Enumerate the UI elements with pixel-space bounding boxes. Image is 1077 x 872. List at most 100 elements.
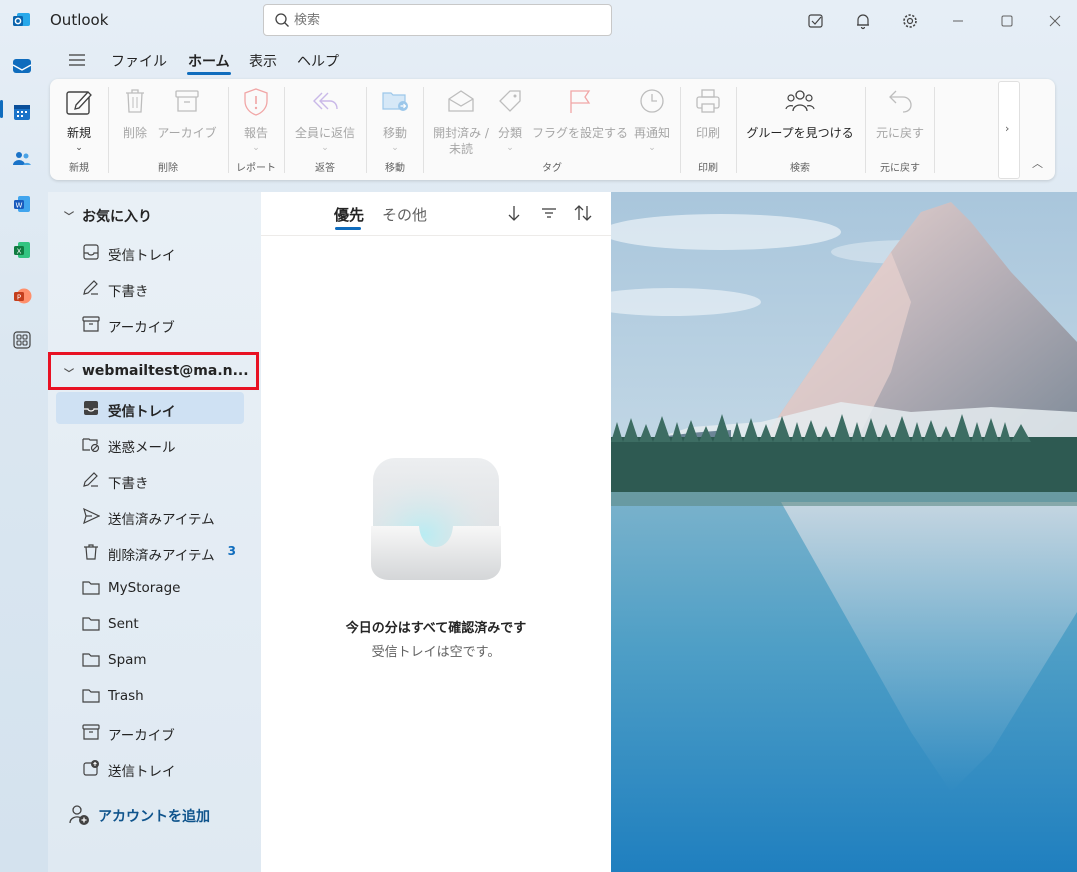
snooze-button[interactable]: 再通知 ⌄: [630, 79, 674, 159]
folder-deleted-items[interactable]: 削除済みアイテム 3: [56, 536, 244, 568]
excel-icon[interactable]: X: [10, 238, 34, 262]
new-mail-button[interactable]: 新規 ⌄: [54, 79, 104, 159]
folder-drafts[interactable]: 下書き: [56, 464, 244, 496]
drafts-icon: [83, 472, 98, 487]
group-find-label: 検索: [790, 163, 810, 174]
minimize-icon[interactable]: [946, 9, 970, 33]
report-button[interactable]: 報告 ⌄: [236, 79, 276, 159]
group-delete-label: 削除: [158, 163, 178, 174]
move-button[interactable]: 移動 ⌄: [372, 79, 418, 159]
add-account-button[interactable]: アカウントを追加: [68, 804, 210, 828]
chevron-down-icon: ﹀: [64, 212, 74, 223]
tab-view[interactable]: 表示: [249, 51, 277, 71]
group-tags-label: タグ: [542, 163, 562, 174]
word-icon[interactable]: W: [10, 192, 34, 216]
favorite-folder-inbox[interactable]: 受信トレイ: [56, 236, 244, 268]
close-icon[interactable]: [1043, 9, 1067, 33]
chevron-right-icon: ›: [1005, 122, 1010, 135]
maximize-icon[interactable]: [995, 9, 1019, 33]
flag-button[interactable]: フラグを設定する: [528, 79, 632, 159]
favorite-folder-archive[interactable]: アーカイブ: [56, 308, 244, 340]
archive-icon: [175, 90, 199, 112]
unread-count-badge: 3: [227, 544, 236, 558]
print-button[interactable]: 印刷: [686, 79, 730, 159]
divider: [108, 87, 109, 173]
search-input[interactable]: [294, 10, 594, 30]
reading-pane: [611, 192, 1077, 872]
folder-mystorage[interactable]: MyStorage: [56, 572, 244, 604]
folder-sent-items[interactable]: 送信済みアイテム: [56, 500, 244, 532]
outbox-icon: [83, 760, 99, 776]
chevron-down-icon: ﹀: [64, 369, 74, 380]
folder-archive[interactable]: アーカイブ: [56, 716, 244, 748]
chevron-down-icon: ⌄: [321, 143, 329, 153]
delete-button[interactable]: 削除: [116, 79, 154, 159]
message-list: 優先 その他 今日の分はすべて確認済みです 受信トレイは空です。: [261, 192, 611, 872]
trash-icon: [84, 544, 98, 560]
tab-help[interactable]: ヘルプ: [297, 51, 339, 71]
favorite-folder-drafts[interactable]: 下書き: [56, 272, 244, 304]
sent-icon: [83, 508, 100, 524]
folder-icon: [82, 617, 100, 631]
trash-icon: [126, 89, 144, 113]
folder-spam[interactable]: Spam: [56, 644, 244, 676]
hamburger-menu-icon[interactable]: [68, 51, 86, 69]
people-icon[interactable]: [10, 146, 34, 170]
divider: [934, 87, 935, 173]
filter-icon[interactable]: [541, 204, 557, 222]
folder-sent[interactable]: Sent: [56, 608, 244, 640]
shield-alert-icon: [244, 88, 268, 116]
tab-focused[interactable]: 優先: [334, 204, 364, 225]
find-groups-button[interactable]: グループを見つける: [742, 79, 858, 159]
ribbon-tabs: ファイル ホーム 表示 ヘルプ: [50, 44, 1058, 78]
powerpoint-icon[interactable]: P: [10, 284, 34, 308]
tab-home[interactable]: ホーム: [188, 51, 230, 71]
group-move-label: 移動: [385, 163, 405, 174]
mark-read-unread-button[interactable]: 開封済み / 未読: [430, 79, 492, 159]
ribbon: 新規 ⌄ 新規 削除 アーカイブ 削除 報告 ⌄ レポート 全員に返信 ⌄ 返答…: [50, 79, 1055, 180]
mail-icon[interactable]: [10, 54, 34, 78]
folder-outbox[interactable]: 送信トレイ: [56, 752, 244, 784]
move-to-folder-icon: [382, 92, 408, 111]
message-list-tabs: 優先 その他: [261, 192, 611, 236]
undo-button[interactable]: 元に戻す: [870, 79, 930, 159]
chevron-down-icon: ⌄: [506, 143, 514, 153]
folder-junk[interactable]: 迷惑メール: [56, 428, 244, 460]
rail-active-indicator: [0, 100, 3, 118]
ribbon-scroll-right-button[interactable]: ›: [998, 81, 1020, 179]
reply-all-button[interactable]: 全員に返信 ⌄: [292, 79, 358, 159]
account-header[interactable]: ﹀ webmailtest@ma.n...: [48, 355, 261, 389]
ribbon-collapse-icon[interactable]: ︿: [1032, 155, 1043, 171]
title-bar: Outlook: [0, 0, 1077, 42]
undo-icon: [889, 90, 912, 113]
group-respond-label: 返答: [315, 163, 335, 174]
categorize-button[interactable]: 分類 ⌄: [492, 79, 528, 159]
calendar-icon[interactable]: [10, 100, 34, 124]
svg-text:P: P: [17, 294, 21, 302]
junk-icon: [82, 438, 100, 452]
empty-inbox-illustration: [371, 458, 501, 580]
outlook-logo-icon: [13, 13, 30, 26]
sort-arrow-down-icon[interactable]: [507, 204, 521, 222]
folder-trash[interactable]: Trash: [56, 680, 244, 712]
folder-inbox[interactable]: 受信トレイ: [56, 392, 244, 424]
tab-other[interactable]: その他: [382, 204, 427, 225]
search-box[interactable]: [263, 4, 612, 36]
gear-icon[interactable]: [898, 9, 922, 33]
group-undo-label: 元に戻す: [880, 163, 920, 174]
archive-icon: [82, 316, 100, 332]
sort-icon[interactable]: [573, 204, 593, 222]
divider: [736, 87, 737, 173]
divider: [228, 87, 229, 173]
bell-icon[interactable]: [851, 9, 875, 33]
group-report-label: レポート: [236, 163, 276, 174]
my-day-icon[interactable]: [804, 9, 828, 33]
archive-button[interactable]: アーカイブ: [154, 79, 220, 159]
tab-file[interactable]: ファイル: [111, 51, 167, 71]
chevron-down-icon: ⌄: [648, 143, 656, 153]
active-tab-indicator: [335, 227, 361, 230]
tag-icon: [499, 90, 521, 112]
favorites-header[interactable]: ﹀ お気に入り: [48, 198, 261, 232]
clock-icon: [640, 89, 664, 113]
more-apps-icon[interactable]: [10, 328, 34, 352]
